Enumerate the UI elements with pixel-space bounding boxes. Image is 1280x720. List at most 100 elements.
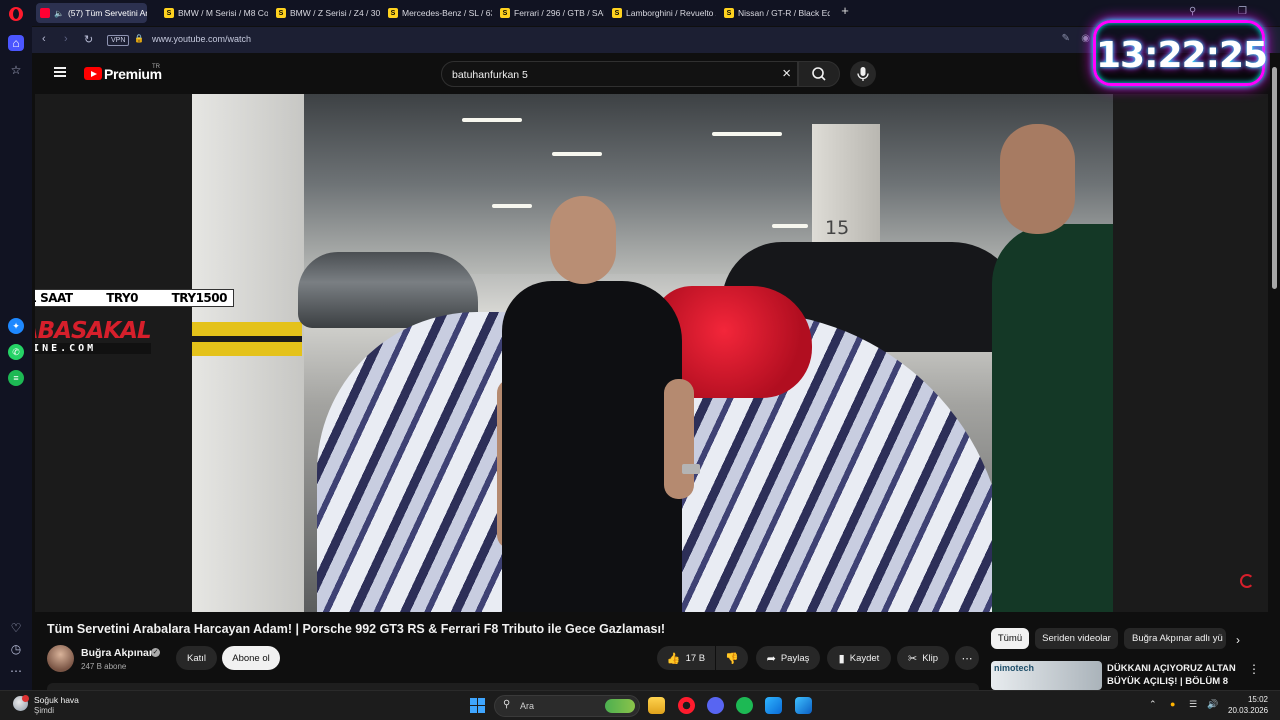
network-icon[interactable]: ☰ (1189, 699, 1197, 710)
ceiling-light (462, 118, 522, 122)
person-arm (664, 379, 694, 499)
stream-corner-icon (1240, 574, 1254, 588)
tab-nissan-gtr[interactable]: S Nissan / GT-R / Black Editi (720, 3, 830, 23)
share-arrow-icon: ➦ (766, 652, 776, 665)
channel-avatar[interactable] (47, 645, 74, 672)
tab-label: Ferrari / 296 / GTB / SANT (514, 8, 604, 18)
edit-url-icon[interactable]: ✎ (1062, 33, 1070, 44)
volume-icon[interactable]: 🔊 (1207, 699, 1218, 710)
image-app-icon[interactable] (795, 697, 812, 714)
like-button[interactable]: 👍 17 B (657, 646, 715, 670)
subscribe-label: Abone ol (232, 652, 270, 664)
menu-hamburger-icon[interactable] (54, 67, 66, 77)
tab-bmw-z4[interactable]: S BMW / Z Serisi / Z4 / 30i (272, 3, 380, 23)
discord-icon[interactable] (707, 697, 724, 714)
channel-name[interactable]: Buğra Akpınar (81, 647, 153, 659)
clear-search-icon[interactable]: × (782, 65, 791, 82)
recommended-title[interactable]: DÜKKANI AÇIYORUZ ALTAN BÜYÜK AÇILIŞ! | B… (1107, 662, 1242, 688)
page-scrollbar[interactable] (1270, 53, 1280, 690)
tab-label: Nissan / GT-R / Black Editi (738, 8, 830, 18)
voice-search-button[interactable] (850, 61, 876, 87)
share-button[interactable]: ➦ Paylaş (756, 646, 820, 670)
more-actions-button[interactable]: ⋯ (955, 646, 979, 670)
search-icon: ⚲ (503, 699, 511, 710)
search-button[interactable] (798, 61, 840, 87)
tab-lamborghini-revuelto[interactable]: S Lamborghini / Revuelto / (608, 3, 716, 23)
taskbar-search-input[interactable]: Ara (520, 701, 534, 711)
speaker-icon[interactable]: 🔈 (54, 9, 64, 18)
taskbar-search[interactable]: ⚲ Ara (494, 695, 640, 717)
thumbs-up-icon: 👍 (666, 652, 681, 665)
system-clock[interactable]: 15:02 20.03.2026 (1228, 694, 1268, 716)
tab-youtube[interactable]: 🔈 (57) Tüm Servetini Ara (36, 3, 147, 23)
join-button[interactable]: Katıl (176, 646, 217, 670)
reload-icon[interactable]: ↻ (84, 33, 93, 46)
windows-start-icon[interactable] (470, 698, 485, 713)
chip-channel[interactable]: Buğra Akpınar adlı yü (1124, 628, 1226, 649)
pillar-stripe (192, 342, 302, 356)
recommended-thumbnail[interactable]: nimotech (991, 661, 1102, 690)
app-window-icon[interactable] (765, 697, 782, 714)
search-icon (812, 67, 826, 81)
spotify-icon[interactable] (736, 697, 753, 714)
sahibinden-favicon-icon: S (276, 8, 286, 18)
chip-series[interactable]: Seriden videolar (1035, 628, 1118, 649)
wristwatch (682, 464, 700, 474)
spotify-icon[interactable]: ≡ (8, 370, 24, 386)
tab-ferrari-296[interactable]: S Ferrari / 296 / GTB / SANT (496, 3, 604, 23)
more-horizontal-icon: ⋯ (961, 652, 973, 665)
weather-title[interactable]: Soğuk hava (34, 695, 79, 705)
clock-date: 20.03.2026 (1228, 706, 1269, 715)
new-tab-button[interactable]: + (839, 4, 851, 17)
bookmarks-star-icon[interactable]: ☆ (8, 62, 24, 78)
save-label: Kaydet (849, 652, 880, 664)
messenger-icon[interactable]: ✦ (8, 318, 24, 334)
neon-clock-overlay: 13:22:25 (1093, 20, 1268, 86)
more-dots-icon[interactable]: ⋯ (8, 663, 24, 679)
file-explorer-icon[interactable] (648, 697, 665, 714)
search-box[interactable]: batuhanfurkan 5 × (441, 61, 798, 87)
video-title: Tüm Servetini Arabalara Harcayan Adam! |… (47, 622, 666, 636)
kabasakal-logo: KABASAKAL ONLINE.COM (35, 319, 152, 354)
snapshot-camera-icon[interactable]: ◉ (1081, 33, 1090, 44)
region-code: TR (152, 64, 160, 70)
subscribe-button[interactable]: Abone ol (222, 646, 280, 670)
lock-icon[interactable]: 🔒 (134, 34, 144, 43)
chevron-right-icon[interactable]: › (1236, 633, 1240, 647)
pillar-stripe (192, 322, 302, 336)
chip-label: Seriden videolar (1042, 633, 1111, 644)
person-head (550, 196, 616, 284)
save-button[interactable]: ▮ Kaydet (827, 646, 891, 670)
clock-time: 13:22:25 (1096, 35, 1268, 76)
opera-browser-icon[interactable] (678, 697, 695, 714)
microphone-icon[interactable]: ● (1170, 699, 1175, 709)
history-clock-icon[interactable]: ◷ (8, 641, 24, 657)
video-player[interactable]: 15 +1 SAAT TRY0 TRY1500 KABASAKAL ONLINE… (35, 94, 1268, 612)
tab-search-icon[interactable]: ⚲ (1189, 6, 1196, 17)
ceiling-light (492, 204, 532, 208)
back-icon[interactable]: ‹ (42, 33, 46, 45)
vpn-badge[interactable]: VPN (107, 35, 130, 46)
description-box[interactable] (47, 683, 979, 690)
clip-button[interactable]: ✂ Klip (897, 646, 949, 670)
windows-taskbar: Soğuk hava Şimdi ⚲ Ara ⌃ ● ☰ 🔊 15:02 20.… (0, 690, 1280, 720)
url-field[interactable]: www.youtube.com/watch (152, 34, 251, 44)
restore-window-icon[interactable]: ❐ (1238, 6, 1247, 17)
youtube-logo-icon[interactable] (84, 67, 102, 80)
scroll-thumb[interactable] (1272, 67, 1277, 289)
more-vertical-icon[interactable]: ⋮ (1248, 662, 1260, 676)
dislike-button[interactable]: 👎 (716, 646, 748, 670)
tab-mercedes-sl[interactable]: S Mercedes-Benz / SL / 63 (384, 3, 492, 23)
weather-subtitle: Şimdi (34, 706, 55, 715)
opera-logo-icon[interactable] (8, 6, 24, 22)
chevron-up-icon[interactable]: ⌃ (1149, 699, 1157, 710)
chip-all[interactable]: Tümü (991, 628, 1029, 649)
clip-label: Klip (922, 652, 939, 664)
heart-icon[interactable]: ♡ (8, 620, 24, 636)
forward-icon[interactable]: › (64, 33, 68, 45)
home-icon[interactable]: ⌂ (8, 35, 24, 51)
stream-goal-bar: +1 SAAT TRY0 TRY1500 (35, 289, 234, 307)
tab-bmw-m8[interactable]: S BMW / M Serisi / M8 Cou (160, 3, 268, 23)
search-input[interactable]: batuhanfurkan 5 (452, 69, 528, 81)
whatsapp-icon[interactable]: ✆ (8, 344, 24, 360)
